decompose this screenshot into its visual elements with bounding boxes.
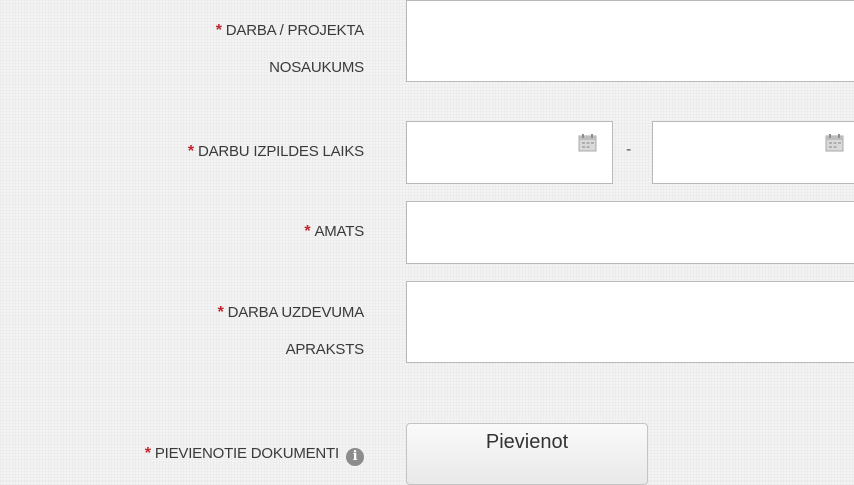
info-icon[interactable]: i xyxy=(346,448,364,466)
required-marker: * xyxy=(217,304,224,321)
required-marker: * xyxy=(215,22,222,39)
date-range-separator: - xyxy=(626,141,632,158)
attached-documents-label-text: PIEVIENOTIE DOKUMENTI xyxy=(154,445,339,462)
project-name-field[interactable] xyxy=(406,0,854,82)
calendar-icon[interactable] xyxy=(825,133,844,152)
required-marker: * xyxy=(187,143,194,160)
task-description-label: * DARBA UZDEVUMA APRAKSTS xyxy=(217,294,365,368)
required-marker: * xyxy=(304,223,311,240)
position-label-text: AMATS xyxy=(314,223,364,240)
date-from-field[interactable] xyxy=(406,121,613,184)
task-description-field[interactable] xyxy=(406,281,854,363)
calendar-icon[interactable] xyxy=(578,133,597,152)
task-description-label-line2: APRAKSTS xyxy=(285,341,365,358)
project-name-label-line2: NOSAUKUMS xyxy=(269,59,364,76)
work-period-label: * DARBU IZPILDES LAIKS xyxy=(188,133,364,170)
task-description-label-line1: DARBA UZDEVUMA xyxy=(227,304,365,321)
project-name-label-line1: DARBA / PROJEKTA xyxy=(225,22,364,39)
project-name-label: * DARBA / PROJEKTA NOSAUKUMS xyxy=(216,12,364,86)
work-period-label-text: DARBU IZPILDES LAIKS xyxy=(197,143,364,160)
attached-documents-label: * PIEVIENOTIE DOKUMENTI i xyxy=(145,435,364,472)
position-field[interactable] xyxy=(406,201,854,264)
date-to-field[interactable] xyxy=(652,121,854,184)
required-marker: * xyxy=(144,445,151,462)
add-document-button[interactable]: Pievienot xyxy=(406,423,648,485)
position-label: * AMATS xyxy=(304,213,364,250)
